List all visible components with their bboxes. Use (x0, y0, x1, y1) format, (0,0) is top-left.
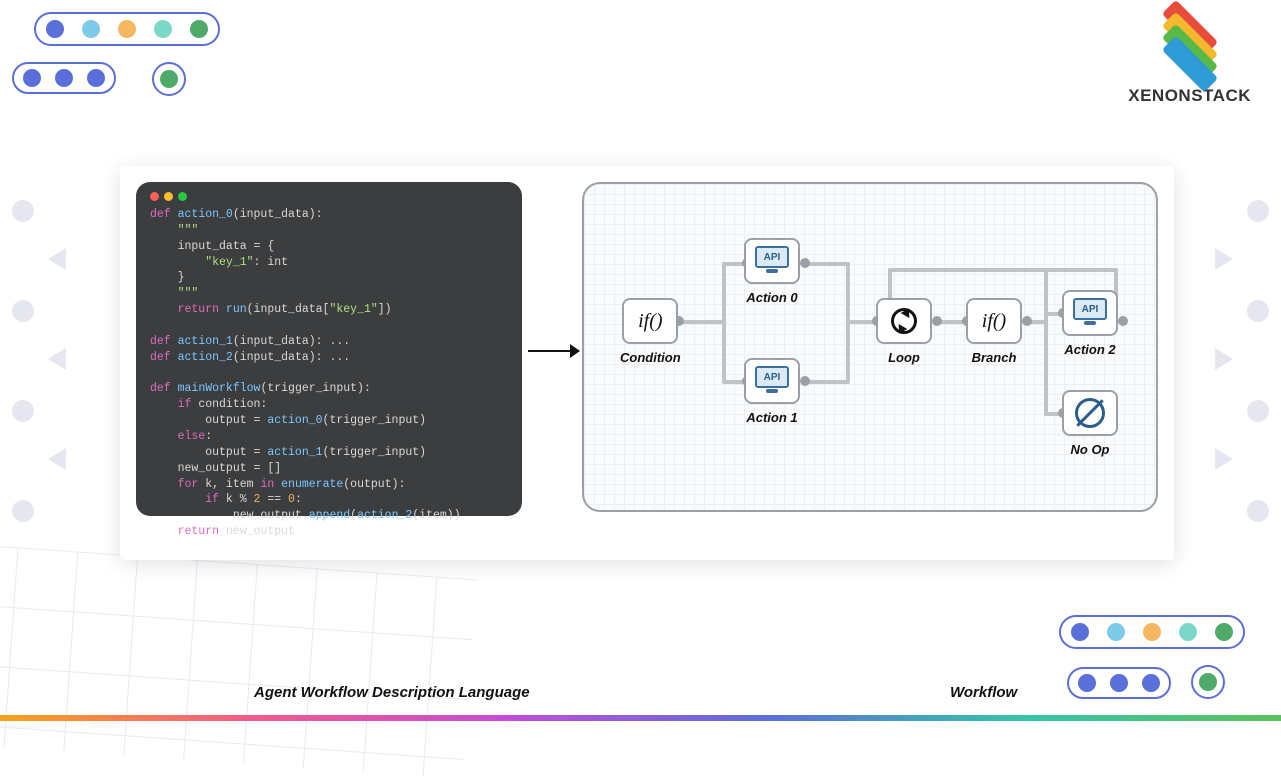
node-condition: if() Condition (620, 298, 681, 365)
bg-dot (1247, 200, 1269, 222)
bg-dot (12, 400, 34, 422)
code-terminal: def action_0(input_data): """ input_data… (136, 182, 522, 516)
api-label: API (1073, 298, 1107, 320)
node-action2: API Action 2 (1062, 290, 1118, 357)
action2-label: Action 2 (1064, 342, 1115, 357)
bg-tri (48, 248, 66, 270)
bg-tri (1215, 448, 1233, 470)
node-noop: No Op (1062, 390, 1118, 457)
bg-tri (48, 448, 66, 470)
loop-label: Loop (888, 350, 920, 365)
bg-tri (1215, 348, 1233, 370)
connector (1044, 268, 1048, 416)
brand-name: XENONSTACK (1128, 86, 1251, 106)
bg-dot (1247, 300, 1269, 322)
code-content: def action_0(input_data): """ input_data… (150, 207, 508, 540)
bg-dot (1247, 500, 1269, 522)
terminal-traffic-lights (150, 192, 508, 201)
bg-dot (12, 200, 34, 222)
decor-circle-bottom (1191, 665, 1225, 699)
node-branch: if() Branch (966, 298, 1022, 365)
branch-glyph: if() (966, 298, 1022, 344)
action0-icon: API (744, 238, 800, 284)
bg-dot (12, 300, 34, 322)
noop-icon (1062, 390, 1118, 436)
action0-label: Action 0 (746, 290, 797, 305)
decor-pill-bottom-2 (1067, 667, 1171, 699)
bg-tri (48, 348, 66, 370)
loop-icon (876, 298, 932, 344)
condition-label: Condition (620, 350, 681, 365)
condition-glyph: if() (622, 298, 678, 344)
bg-dot (12, 500, 34, 522)
main-diagram-card: def action_0(input_data): """ input_data… (120, 166, 1174, 560)
api-label: API (755, 246, 789, 268)
decor-circle-top (152, 62, 186, 96)
connector (888, 268, 892, 302)
noop-label: No Op (1071, 442, 1110, 457)
node-action1: API Action 1 (744, 358, 800, 425)
action1-icon: API (744, 358, 800, 404)
bottom-gradient-bar (0, 715, 1281, 721)
decor-pill-top-1 (34, 12, 220, 46)
node-loop: Loop (876, 298, 932, 365)
connector (722, 262, 726, 382)
action1-label: Action 1 (746, 410, 797, 425)
connector (888, 268, 1118, 272)
brand-logo: XENONSTACK (1128, 18, 1251, 106)
action2-icon: API (1062, 290, 1118, 336)
workflow-canvas: if() Condition API Action 0 API Action 1… (582, 182, 1158, 512)
decor-pill-top-2 (12, 62, 116, 94)
bg-grid-decor (0, 543, 476, 779)
left-caption: Agent Workflow Description Language (254, 684, 530, 701)
decor-pill-bottom-1 (1059, 615, 1245, 649)
right-caption: Workflow (950, 684, 1017, 701)
bg-dot (1247, 400, 1269, 422)
bg-tri (1215, 248, 1233, 270)
connector (678, 320, 726, 324)
node-action0: API Action 0 (744, 238, 800, 305)
api-label: API (755, 366, 789, 388)
branch-label: Branch (972, 350, 1017, 365)
code-to-workflow-arrow (522, 182, 582, 516)
